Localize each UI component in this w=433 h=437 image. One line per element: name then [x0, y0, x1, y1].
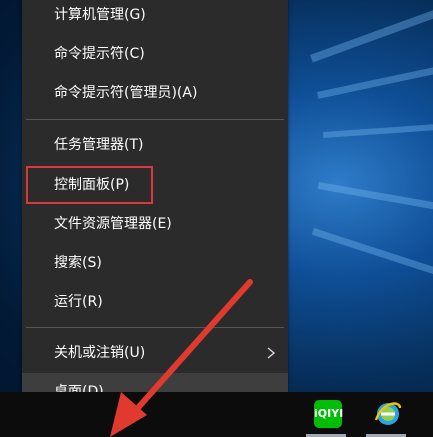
menu-separator — [26, 327, 284, 328]
menu-item-search[interactable]: 搜索(S) — [22, 244, 288, 282]
wallpaper-light-ray — [310, 3, 433, 63]
menu-separator — [26, 119, 284, 120]
wallpaper-light-ray — [317, 182, 433, 212]
wallpaper-light-ray — [317, 63, 433, 99]
menu-item-command-prompt-admin[interactable]: 命令提示符(管理员)(A) — [22, 74, 288, 112]
wallpaper-light-ray — [311, 228, 433, 275]
menu-item-task-manager[interactable]: 任务管理器(T) — [22, 126, 288, 164]
menu-item-label: 关机或注销(U) — [54, 345, 146, 361]
menu-item-desktop[interactable]: 桌面(D) — [22, 373, 288, 400]
menu-item-file-explorer[interactable]: 文件资源管理器(E) — [22, 205, 288, 243]
ie-browser-icon — [374, 402, 402, 425]
menu-item-run[interactable]: 运行(R) — [22, 283, 288, 321]
menu-item-shutdown-signout[interactable]: 关机或注销(U) — [22, 334, 288, 372]
chevron-right-icon — [267, 347, 276, 359]
taskbar-app-ie[interactable] — [362, 392, 410, 437]
menu-item-command-prompt[interactable]: 命令提示符(C) — [22, 35, 288, 73]
taskbar-app-iqiyi[interactable]: iQIYI — [302, 392, 350, 437]
control-panel-highlight-box — [26, 166, 153, 204]
taskbar: iQIYI — [0, 392, 433, 437]
menu-item-computer-management[interactable]: 计算机管理(G) — [22, 0, 288, 34]
iqiyi-icon: iQIYI — [314, 400, 343, 428]
wallpaper-light-ray — [323, 123, 433, 138]
